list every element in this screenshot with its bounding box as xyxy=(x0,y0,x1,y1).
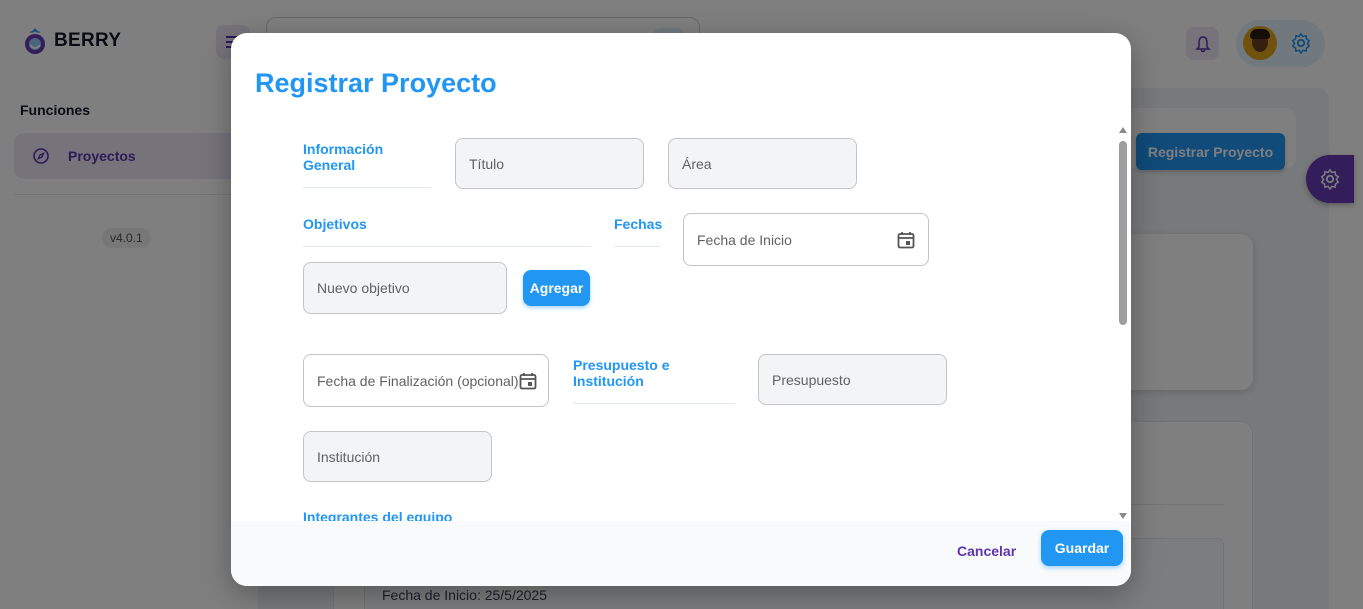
dialog-title: Registrar Proyecto xyxy=(255,68,497,98)
section-general: Información General xyxy=(303,141,431,188)
scroll-down-arrow-icon[interactable] xyxy=(1119,513,1127,519)
scroll-thumb[interactable] xyxy=(1119,141,1127,325)
institution-field[interactable]: Institución xyxy=(303,431,492,482)
register-project-dialog: Registrar Proyecto Información General T… xyxy=(231,33,1131,586)
dialog-footer: Cancelar Guardar xyxy=(231,521,1131,586)
section-team: Integrantes del equipo xyxy=(303,509,453,521)
title-field[interactable]: Título xyxy=(455,138,644,189)
area-field[interactable]: Área xyxy=(668,138,857,189)
budget-field[interactable]: Presupuesto xyxy=(758,354,947,405)
new-objective-field[interactable]: Nuevo objetivo xyxy=(303,262,507,314)
dialog-scrollbar[interactable] xyxy=(1117,127,1129,519)
end-date-label: Fecha de Finalización (opcional) xyxy=(317,372,519,389)
save-button[interactable]: Guardar xyxy=(1041,530,1123,566)
scroll-up-arrow-icon[interactable] xyxy=(1119,127,1127,133)
end-date-field[interactable]: Fecha de Finalización (opcional) xyxy=(303,354,549,407)
section-objectives: Objetivos xyxy=(303,216,591,247)
start-date-field[interactable]: Fecha de Inicio xyxy=(683,213,929,266)
cancel-button[interactable]: Cancelar xyxy=(957,537,1016,565)
calendar-icon[interactable] xyxy=(896,230,916,250)
section-dates: Fechas xyxy=(614,216,662,247)
dialog-body: Información General Título Área Objetivo… xyxy=(231,123,1131,521)
add-objective-button[interactable]: Agregar xyxy=(523,270,590,306)
section-budget: Presupuesto e Institución xyxy=(573,357,735,404)
calendar-icon[interactable] xyxy=(518,371,538,391)
start-date-label: Fecha de Inicio xyxy=(697,231,792,248)
